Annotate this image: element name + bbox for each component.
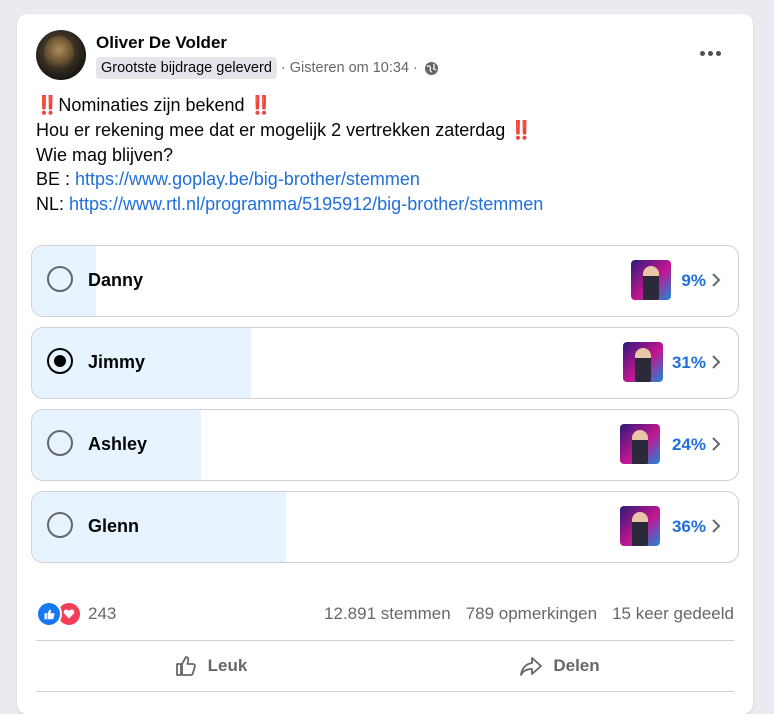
poll-option-label: Jimmy xyxy=(88,352,146,372)
voter-thumbnail xyxy=(623,342,663,382)
link-goplay[interactable]: https://www.goplay.be/big-brother/stemme… xyxy=(75,169,420,189)
like-reaction-icon xyxy=(36,601,62,627)
voter-thumbnail xyxy=(620,424,660,464)
double-exclamation-icon: ‼️ xyxy=(510,119,532,140)
post-stats: 12.891 stemmen 789 opmerkingen 15 keer g… xyxy=(324,604,734,624)
meta-separator-2: · xyxy=(413,60,418,76)
voter-thumbnail xyxy=(631,260,671,300)
chevron-right-icon xyxy=(712,437,721,451)
post-line-be: BE : https://www.goplay.be/big-brother/s… xyxy=(36,169,420,190)
author-name[interactable]: Oliver De Volder xyxy=(96,33,227,53)
post-text: ‼️ Nominaties zijn bekend ‼️ Hou er reken… xyxy=(36,93,543,217)
like-button[interactable]: Leuk xyxy=(36,646,385,686)
share-label: Delen xyxy=(553,656,600,675)
meta-separator: · xyxy=(280,60,286,76)
double-exclamation-icon: ‼️ xyxy=(249,95,272,115)
radio-button[interactable] xyxy=(47,512,73,538)
post-line-nl: NL: https://www.rtl.nl/programma/5195912… xyxy=(36,194,544,215)
post-card: Oliver De Volder Grootste bijdrage gelev… xyxy=(17,14,753,714)
poll-option-jimmy[interactable]: Jimmy 31% xyxy=(31,327,739,399)
timestamp[interactable]: Gisteren om 10:34 xyxy=(290,60,409,76)
chevron-right-icon xyxy=(712,519,721,533)
post-meta: Grootste bijdrage geleverd · Gisteren om… xyxy=(96,56,439,80)
share-button[interactable]: Delen xyxy=(385,646,734,686)
share-arrow-icon xyxy=(520,657,543,676)
globe-icon xyxy=(424,61,438,75)
post-line-1: ‼️ Nominaties zijn bekend ‼️ xyxy=(36,95,272,115)
radio-button[interactable] xyxy=(47,430,73,456)
like-label: Leuk xyxy=(207,656,248,675)
reaction-summary[interactable]: 243 xyxy=(36,600,116,628)
poll-option-ashley[interactable]: Ashley 24% xyxy=(31,409,739,481)
post-line-2: Hou er rekening mee dat er mogelijk 2 ve… xyxy=(36,119,533,140)
poll-option-label: Danny xyxy=(88,270,144,290)
share-count[interactable]: 15 keer gedeeld xyxy=(612,604,734,624)
poll-option-glenn[interactable]: Glenn 36% xyxy=(31,491,739,563)
poll-option-label: Glenn xyxy=(88,516,140,536)
divider xyxy=(36,640,734,641)
link-rtl[interactable]: https://www.rtl.nl/programma/5195912/big… xyxy=(69,194,543,214)
chevron-right-icon xyxy=(712,273,721,287)
poll-percent: 36% xyxy=(671,517,706,536)
action-bar: Leuk Delen xyxy=(36,646,734,686)
voter-thumbnail xyxy=(620,506,660,546)
poll-percent: 9% xyxy=(681,271,706,290)
radio-button[interactable] xyxy=(47,266,73,292)
more-options-icon[interactable] xyxy=(695,38,725,68)
thumbs-up-icon xyxy=(175,656,196,676)
post-line-3: Wie mag blijven? xyxy=(36,144,174,165)
chevron-right-icon xyxy=(712,355,721,369)
poll-percent: 31% xyxy=(671,353,706,372)
contributor-badge[interactable]: Grootste bijdrage geleverd xyxy=(96,57,277,79)
vote-count[interactable]: 12.891 stemmen xyxy=(324,604,451,624)
reaction-count: 243 xyxy=(88,604,117,623)
poll-percent: 24% xyxy=(671,435,706,454)
radio-button[interactable] xyxy=(47,348,73,374)
poll-option-danny[interactable]: Danny 9% xyxy=(31,245,739,317)
double-exclamation-icon: ‼️ xyxy=(36,95,58,115)
avatar[interactable] xyxy=(36,30,86,80)
poll-option-label: Ashley xyxy=(88,434,148,454)
comment-count[interactable]: 789 opmerkingen xyxy=(466,604,597,624)
